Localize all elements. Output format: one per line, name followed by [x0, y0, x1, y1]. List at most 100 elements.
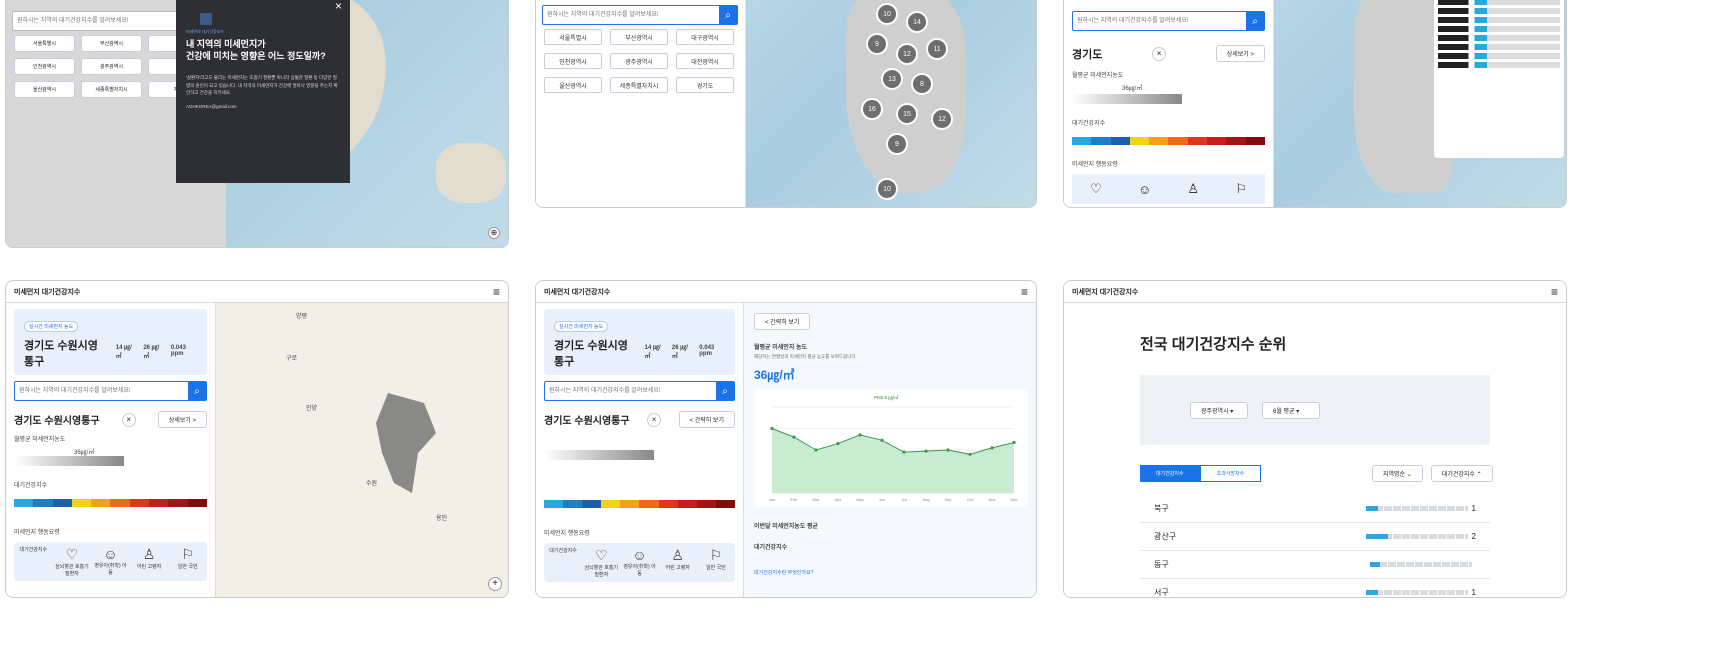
- map-bubble[interactable]: 16: [861, 98, 883, 120]
- avg-gradient-bar: [544, 450, 654, 460]
- search-icon[interactable]: ⌕: [188, 382, 206, 400]
- search-input[interactable]: [545, 382, 716, 400]
- city-button[interactable]: 서울특별시: [544, 29, 602, 45]
- city-button[interactable]: 세종특별자치시: [81, 81, 142, 98]
- city-button[interactable]: 서울특별시: [14, 35, 75, 52]
- rank-bar: [1365, 534, 1468, 539]
- region-select[interactable]: 광주광역시 ▾: [1190, 401, 1248, 419]
- close-icon[interactable]: ×: [335, 0, 342, 13]
- modal-body: '실환자'라고도 불리는 미세먼지는 호흡기 질환뿐 아니라 심혈관 질환 등 …: [186, 75, 338, 95]
- avg-gradient-bar: [1072, 94, 1182, 104]
- map-view[interactable]: 양평 구로 안양 수원 용인 +: [216, 303, 508, 597]
- city-button[interactable]: 부산광역시: [610, 29, 668, 45]
- city-button[interactable]: 대구광역시: [676, 29, 734, 45]
- search-icon[interactable]: ⌕: [716, 382, 734, 400]
- map-bubble[interactable]: 11: [926, 38, 948, 60]
- pm25-value: 26 ㎍/㎥: [671, 345, 688, 360]
- panel-ranking: 미세먼지 대기건강지수 ≡ 전국 대기건강지수 순위 광주광역시 ▾ 6월 평균 …: [1063, 280, 1567, 598]
- map-label: 안양: [306, 406, 318, 412]
- index-scale: [14, 499, 207, 507]
- x-tick-label: Mar: [813, 497, 821, 502]
- search-input[interactable]: [15, 382, 188, 400]
- period-select[interactable]: 6월 평균 ▾: [1262, 401, 1320, 419]
- city-button[interactable]: 경기도: [676, 77, 734, 93]
- simple-view-button[interactable]: < 간략히 보기: [678, 411, 735, 428]
- flag-icon: ⚐: [1235, 181, 1247, 196]
- city-button[interactable]: 대전광역시: [676, 53, 734, 69]
- map-bubble[interactable]: 10: [876, 3, 898, 25]
- sort-index-button[interactable]: 대기건강지수 ⌃: [1430, 465, 1493, 482]
- close-icon[interactable]: ×: [647, 412, 662, 427]
- city-button[interactable]: 세종특별자치시: [610, 77, 668, 93]
- data-point: [814, 448, 818, 452]
- action-child: ☺ 영유아(취학) 아동: [94, 546, 127, 576]
- no2-value: 0.043 ppm: [170, 345, 186, 357]
- action-elder: ♙ 어린 고령자: [130, 542, 169, 581]
- city-button[interactable]: 울산광역시: [14, 81, 75, 98]
- city-button[interactable]: 인천광역시: [14, 58, 75, 75]
- no2-value: 0.043 ppm: [699, 345, 715, 357]
- region-name: 경기도 수원시영통구: [554, 340, 628, 368]
- menu-icon[interactable]: ≡: [1021, 285, 1028, 299]
- child-icon: ☺: [103, 546, 118, 562]
- map-bubble[interactable]: 15: [896, 103, 918, 125]
- action-elder: ♙ 어린 고령자: [659, 543, 697, 582]
- tab-excess-deaths[interactable]: 초과사망자수: [1199, 465, 1262, 482]
- map-bubble[interactable]: 12: [931, 108, 953, 130]
- map-bubble[interactable]: 9: [866, 33, 888, 55]
- simple-view-button-right[interactable]: < 간략히 보기: [754, 313, 811, 330]
- map-view[interactable]: 10 14 9 12 11 13 8 16 15 12 9 10: [746, 0, 1036, 207]
- data-point: [990, 446, 994, 450]
- detail-button[interactable]: 상세보기 >: [1215, 45, 1265, 62]
- tab-air-index[interactable]: 대기건강지수: [1140, 465, 1200, 482]
- close-icon[interactable]: ×: [121, 412, 136, 427]
- chart-title: 월평균 미세먼지 농도: [754, 345, 808, 351]
- city-button[interactable]: 광주광역시: [81, 58, 142, 75]
- realtime-box: 실시간 미세먼지 농도 경기도 수원시영통구 14 ㎍/㎥ 26 ㎍/㎥ 0.0…: [544, 309, 735, 375]
- x-tick-label: Jun: [879, 497, 885, 502]
- menu-icon[interactable]: ≡: [493, 285, 500, 299]
- flag-icon: ⚐: [709, 547, 723, 563]
- search-icon[interactable]: ⌕: [719, 6, 737, 24]
- city-button[interactable]: 인천광역시: [544, 53, 602, 69]
- city-button[interactable]: 울산광역시: [544, 77, 602, 93]
- map-bubble[interactable]: 9: [886, 133, 908, 155]
- search-input[interactable]: [543, 6, 719, 24]
- avg-label: 월평균 미세먼지농도: [14, 437, 66, 443]
- intro-modal: × 미세먼지 대기건강지수 내 지역의 미세먼지가 건강에 미치는 영향은 어느 …: [176, 0, 350, 183]
- region-name: 경기도 수원시영통구: [24, 340, 98, 368]
- panel-region-detail: ⌕ 경기도 × 상세보기 > 월평균 미세먼지농도 36㎍/㎥ 대기건강지수 미…: [1063, 0, 1567, 208]
- map-bubble[interactable]: 8: [911, 73, 933, 95]
- index-scale: [1072, 137, 1265, 145]
- x-tick-label: Apr: [835, 497, 842, 502]
- map-label: 용인: [436, 516, 448, 522]
- action-general: ⚐ 일반 국민: [168, 542, 207, 581]
- map-bubble[interactable]: 14: [906, 11, 928, 33]
- close-icon[interactable]: ×: [1152, 46, 1167, 61]
- series-area: [772, 428, 1014, 493]
- map-bubble[interactable]: 10: [876, 178, 898, 200]
- map-bubble[interactable]: 12: [896, 43, 918, 65]
- heart-icon: ♡: [595, 547, 608, 563]
- map-view[interactable]: [1274, 0, 1566, 207]
- index-info-link[interactable]: 대기건강지수란 무엇인가요?: [754, 569, 1028, 576]
- x-tick-label: Jan: [769, 497, 775, 502]
- action-label: 미세먼지 행동요령: [544, 531, 590, 537]
- data-point: [924, 449, 928, 453]
- action-label: 미세먼지 행동요령: [1072, 162, 1118, 168]
- search-icon[interactable]: ⌕: [1246, 12, 1264, 30]
- detail-button[interactable]: 상세보기 >: [157, 411, 207, 428]
- data-point: [968, 452, 972, 456]
- avg-gradient-bar: [14, 456, 124, 466]
- menu-icon[interactable]: ≡: [1551, 285, 1558, 299]
- zoom-button[interactable]: +: [488, 577, 502, 591]
- city-button[interactable]: 부산광역시: [81, 35, 142, 52]
- person-icon: ♙: [1187, 181, 1200, 196]
- gps-icon[interactable]: ⊕: [488, 227, 500, 239]
- sort-name-button[interactable]: 지역명순 ⌄: [1372, 465, 1423, 482]
- city-button[interactable]: 광주광역시: [610, 53, 668, 69]
- search-input[interactable]: [1073, 12, 1246, 30]
- chart-desc: 해당하는 연월일의 미세먼지 평균 농도를 보여드립니다.: [754, 354, 857, 359]
- map-bubble[interactable]: 13: [881, 68, 903, 90]
- section2-title: 대기건강지수: [754, 545, 788, 551]
